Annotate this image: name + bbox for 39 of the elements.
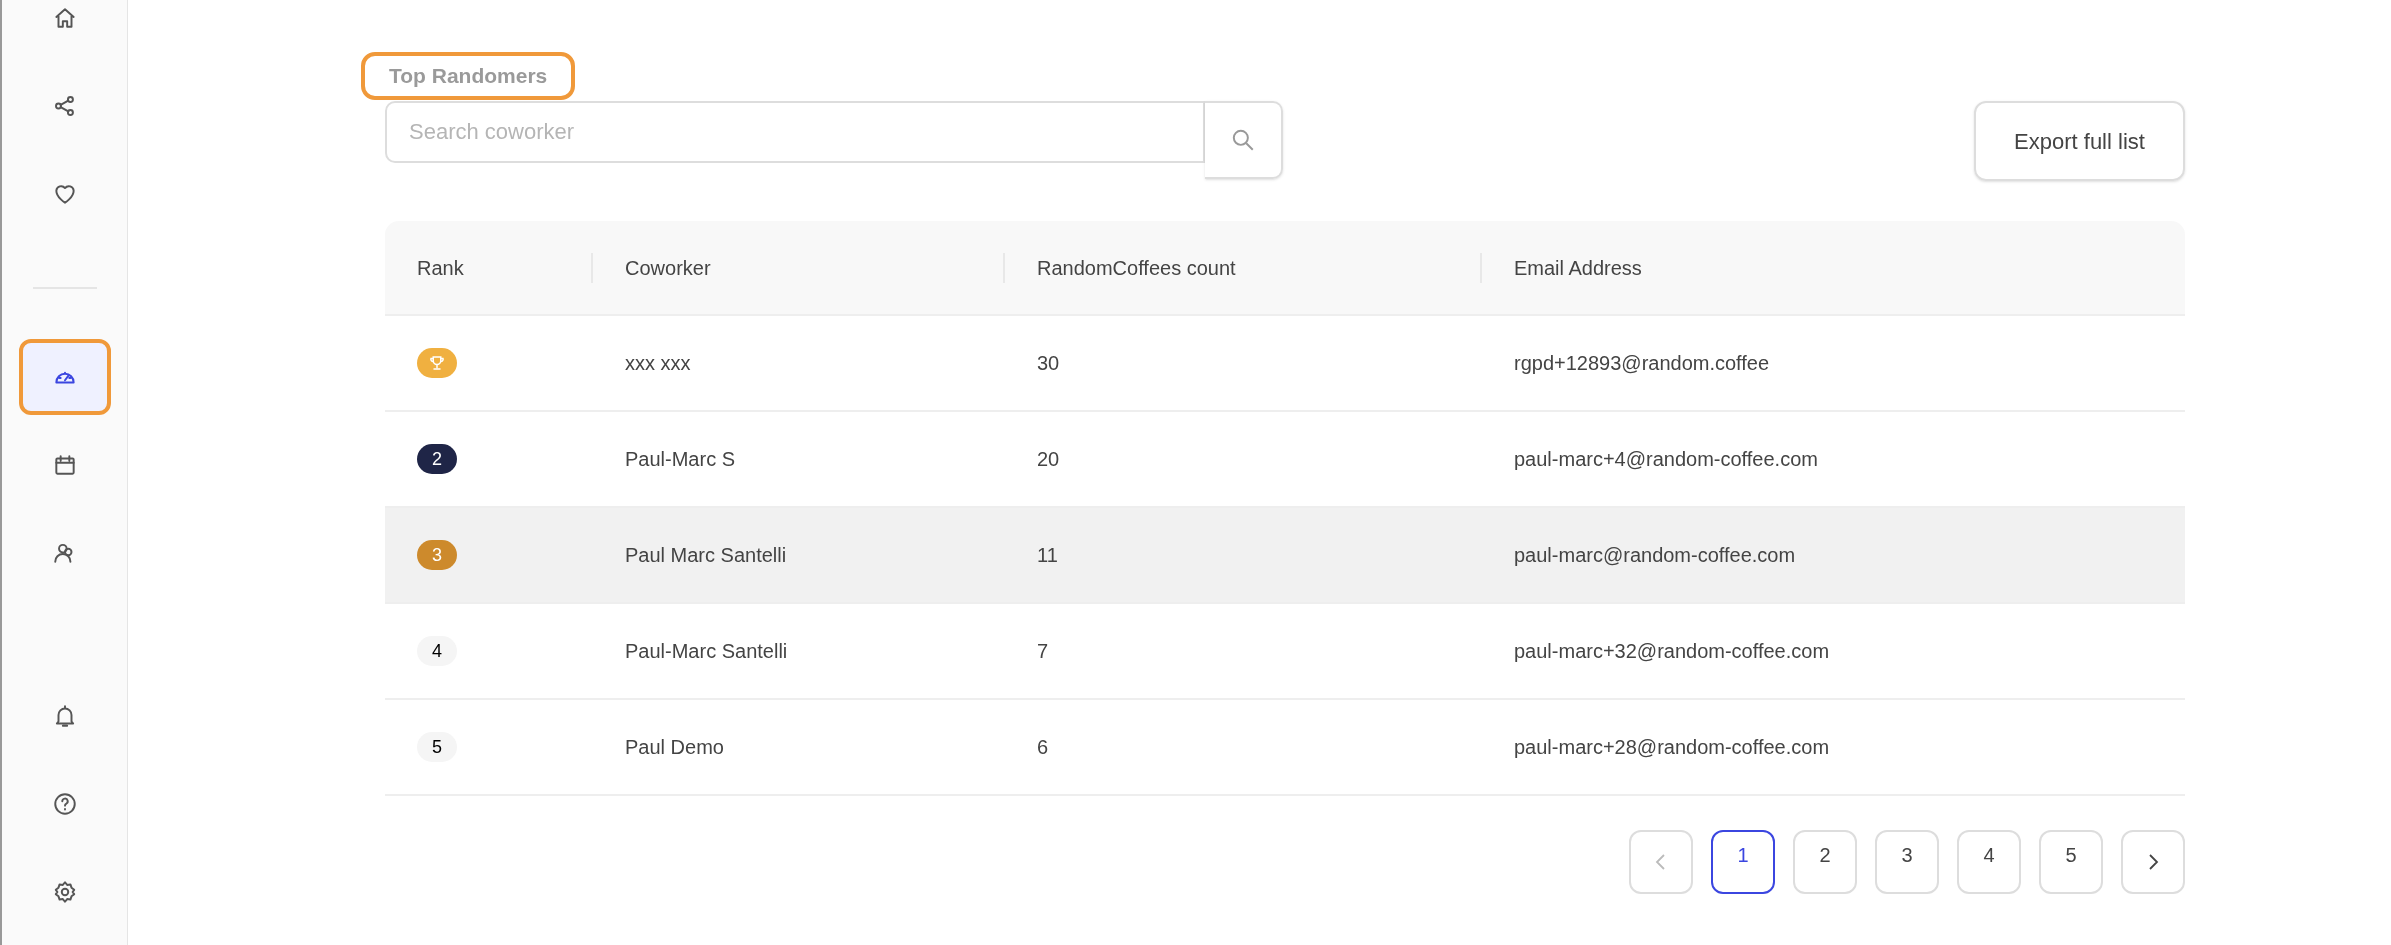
page-button[interactable]: 4 bbox=[1957, 830, 2021, 894]
page-button[interactable]: 1 bbox=[1711, 830, 1775, 894]
search-icon bbox=[1230, 127, 1256, 153]
chevron-right-icon bbox=[2146, 853, 2160, 871]
coffee-count: 11 bbox=[1037, 544, 1058, 566]
rank-badge: 5 bbox=[417, 732, 457, 762]
next-page-button[interactable] bbox=[2121, 830, 2185, 894]
email-address: paul-marc+4@random-coffee.com bbox=[1514, 448, 1818, 470]
page-button[interactable]: 2 bbox=[1793, 830, 1857, 894]
page-button[interactable]: 5 bbox=[2039, 830, 2103, 894]
export-button[interactable]: Export full list bbox=[1974, 101, 2185, 181]
column-header: Coworker bbox=[625, 255, 711, 281]
coffee-count: 7 bbox=[1037, 640, 1049, 662]
sidebar-item[interactable] bbox=[18, 339, 111, 415]
rank-badge: 3 bbox=[417, 540, 457, 570]
email-address: paul-marc+28@random-coffee.com bbox=[1514, 736, 1830, 758]
page-title: Top Randomers bbox=[361, 52, 576, 100]
rank-badge: 4 bbox=[417, 636, 457, 666]
email-address: rgpd+12893@random.coffee bbox=[1514, 352, 1770, 374]
trophy-icon bbox=[428, 353, 446, 372]
coffee-count: 6 bbox=[1037, 736, 1049, 758]
chevron-left-icon bbox=[1654, 853, 1668, 871]
coffee-count: 20 bbox=[1037, 448, 1060, 470]
help-icon bbox=[51, 791, 78, 817]
coworker-name: Paul-Marc Santelli bbox=[625, 640, 788, 662]
email-address: paul-marc+32@random-coffee.com bbox=[1514, 640, 1830, 662]
email-address: paul-marc@random-coffee.com bbox=[1514, 544, 1796, 566]
column-header: RandomCoffees count bbox=[1037, 255, 1236, 281]
coffee-count: 30 bbox=[1037, 352, 1060, 374]
rank-badge: 2 bbox=[417, 444, 457, 474]
coworker-name: Paul Demo bbox=[625, 736, 724, 758]
coworker-name: Paul Marc Santelli bbox=[625, 544, 787, 566]
search-field[interactable]: Search coworker bbox=[385, 101, 1205, 163]
search-button[interactable] bbox=[1205, 101, 1283, 179]
column-header: Rank bbox=[417, 255, 464, 281]
coworker-name: Paul-Marc S bbox=[625, 448, 736, 470]
coworker-name: xxx xxx bbox=[625, 352, 691, 374]
column-header: Email Address bbox=[1514, 255, 1642, 281]
page-button[interactable]: 3 bbox=[1875, 830, 1939, 894]
